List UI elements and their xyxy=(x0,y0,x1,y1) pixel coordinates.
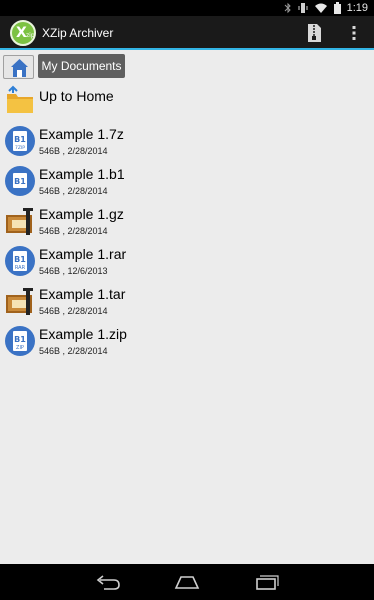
svg-text:B1: B1 xyxy=(14,177,26,186)
action-bar: X zip XZip Archiver xyxy=(0,16,374,50)
file-meta: 546B , 2/28/2014 xyxy=(39,306,108,316)
wifi-icon xyxy=(314,3,327,13)
file-meta: 546B , 12/6/2013 xyxy=(39,266,108,276)
archive-disc-icon: B1 7ZIP xyxy=(5,126,35,156)
file-name: Example 1.b1 xyxy=(39,166,125,182)
file-name: Example 1.rar xyxy=(39,246,127,262)
battery-icon xyxy=(333,2,341,14)
file-row[interactable]: Example 1.tar 546B , 2/28/2014 xyxy=(0,282,374,322)
file-meta: 546B , 2/28/2014 xyxy=(39,186,108,196)
badge-rar: RAR xyxy=(15,265,26,271)
svg-text:B1: B1 xyxy=(14,255,26,264)
breadcrumb-my-documents[interactable]: My Documents xyxy=(38,54,125,78)
up-to-home-row[interactable]: Up to Home xyxy=(0,82,374,122)
status-bar: 1:19 xyxy=(0,0,374,16)
file-meta: 546B , 2/28/2014 xyxy=(39,346,108,356)
file-name: Example 1.gz xyxy=(39,206,124,222)
svg-text:B1: B1 xyxy=(14,135,26,144)
up-to-home-label: Up to Home xyxy=(39,88,114,104)
back-icon[interactable] xyxy=(94,572,122,592)
logo-sub: zip xyxy=(26,32,35,39)
badge-zip: ZIP xyxy=(16,345,24,351)
home-breadcrumb-button[interactable] xyxy=(3,55,34,79)
bluetooth-icon xyxy=(284,2,291,14)
file-row[interactable]: B1 Example 1.b1 546B , 2/28/2014 xyxy=(0,162,374,202)
svg-text:B1: B1 xyxy=(14,335,26,344)
status-icons: 1:19 xyxy=(284,1,368,15)
navigation-bar xyxy=(0,564,374,600)
home-icon[interactable] xyxy=(173,572,201,592)
archive-disc-icon: B1 ZIP xyxy=(5,326,35,356)
archive-box-icon xyxy=(6,208,33,235)
file-name: Example 1.tar xyxy=(39,286,126,302)
recent-apps-icon[interactable] xyxy=(253,572,281,592)
archive-disc-icon: B1 xyxy=(5,166,35,196)
badge-7zip: 7ZIP xyxy=(15,145,25,151)
file-name: Example 1.zip xyxy=(39,326,127,342)
archive-file-icon[interactable] xyxy=(304,23,324,43)
file-meta: 546B , 2/28/2014 xyxy=(39,146,108,156)
house-icon xyxy=(11,59,28,77)
status-time: 1:19 xyxy=(346,2,368,14)
file-row[interactable]: B1 RAR Example 1.rar 546B , 12/6/2013 xyxy=(0,242,374,282)
file-row[interactable]: B1 ZIP Example 1.zip 546B , 2/28/2014 xyxy=(0,322,374,362)
action-bar-accent xyxy=(0,48,374,50)
file-name: Example 1.7z xyxy=(39,126,124,142)
file-row[interactable]: Example 1.gz 546B , 2/28/2014 xyxy=(0,202,374,242)
vibrate-icon xyxy=(298,3,308,13)
archive-disc-icon: B1 RAR xyxy=(5,246,35,276)
app-title: XZip Archiver xyxy=(42,26,114,40)
app-logo[interactable]: X zip xyxy=(10,20,36,46)
file-row[interactable]: B1 7ZIP Example 1.7z 546B , 2/28/2014 xyxy=(0,122,374,162)
folder-up-icon xyxy=(7,85,33,113)
file-meta: 546B , 2/28/2014 xyxy=(39,226,108,236)
archive-box-icon xyxy=(6,288,33,315)
overflow-menu-icon[interactable] xyxy=(344,23,364,43)
